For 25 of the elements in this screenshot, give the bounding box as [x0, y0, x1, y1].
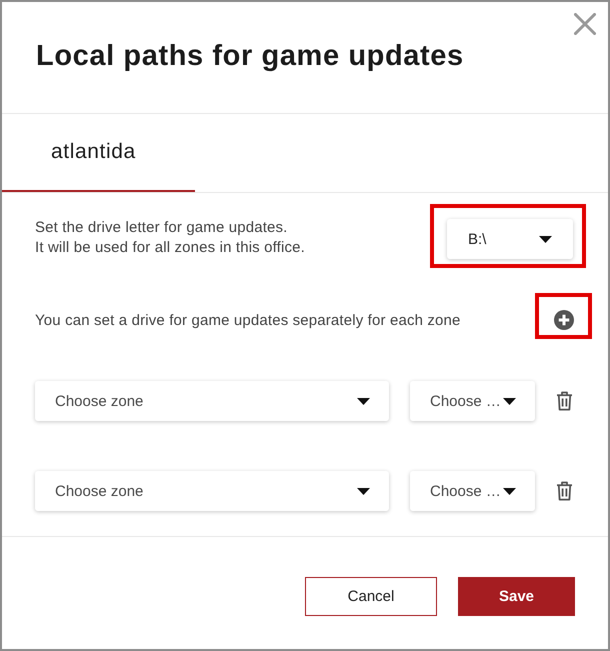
plus-icon: [554, 310, 574, 330]
cancel-button[interactable]: Cancel: [305, 577, 437, 616]
hint-text: You can set a drive for game updates separately for each zone: [35, 312, 461, 328]
close-button[interactable]: [574, 13, 596, 35]
window-title: Local paths for game updates: [36, 39, 464, 74]
tab[interactable]: atlantida: [2, 114, 195, 192]
drive-select[interactable]: Choose …: [410, 381, 535, 421]
save-button[interactable]: Save: [458, 577, 575, 616]
caret-icon: [357, 488, 370, 494]
delete-button[interactable]: [556, 391, 573, 411]
trash-icon: [556, 481, 573, 501]
caret-icon: [357, 398, 370, 404]
trash-icon: [556, 391, 573, 411]
delete-button[interactable]: [556, 481, 573, 501]
description-text: It will be used for all zones in this office.: [35, 238, 305, 258]
drive-select[interactable]: Choose …: [410, 471, 535, 511]
zone-select[interactable]: Choose zone: [35, 381, 389, 421]
caret-icon: [502, 488, 516, 494]
caret-icon: [539, 236, 552, 242]
zone-select[interactable]: Choose zone: [35, 471, 389, 511]
close-icon: [574, 13, 596, 35]
drive-select[interactable]: B:\: [447, 219, 573, 259]
caret-icon: [502, 398, 516, 404]
description-text: Set the drive letter for game updates.: [35, 218, 289, 238]
add-button[interactable]: [554, 310, 574, 330]
